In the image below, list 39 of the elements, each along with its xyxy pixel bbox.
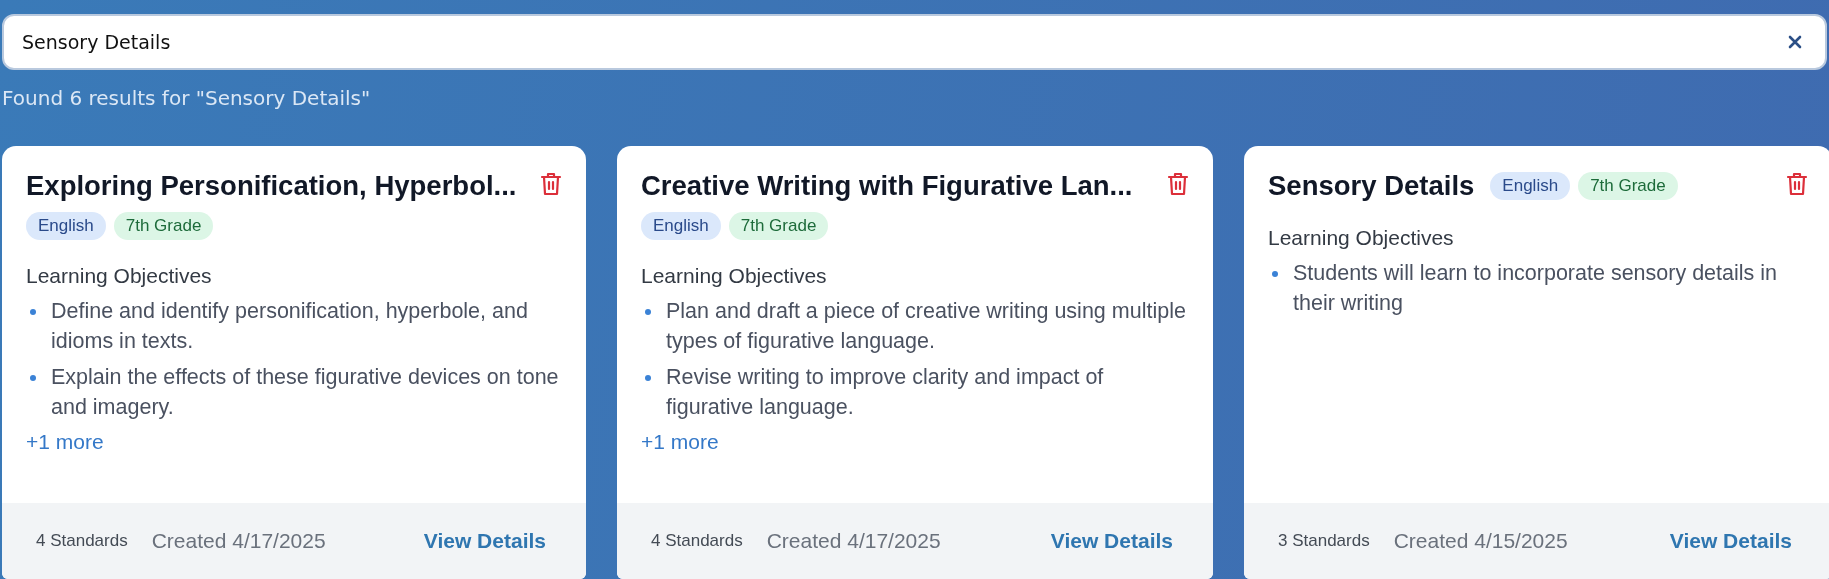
view-details-link[interactable]: View Details <box>1050 529 1173 553</box>
created-date: Created 4/17/2025 <box>151 529 327 553</box>
objective-text: Revise writing to improve clarity and impact of figurative language. <box>666 364 1105 421</box>
tag: 7th Grade <box>113 212 214 240</box>
bullet-icon <box>645 309 651 315</box>
view-details-link[interactable]: View Details <box>423 529 546 553</box>
objective-text: Explain the effects of these figurative devices on tone and imagery. <box>51 364 560 421</box>
results-summary: Found 6 results for "Sensory Details" <box>2 86 372 110</box>
objective-text: Define and identify personification, hyperbole, and idioms in texts. <box>51 298 529 355</box>
trash-icon[interactable] <box>1786 172 1808 196</box>
tag: English <box>1490 172 1571 200</box>
card-title: Sensory Details <box>1268 170 1475 202</box>
section-heading: Learning Objectives <box>1268 226 1455 250</box>
trash-icon[interactable] <box>540 172 562 196</box>
section-heading: Learning Objectives <box>26 264 213 288</box>
more-link[interactable]: +1 more <box>26 430 104 454</box>
more-link[interactable]: +1 more <box>641 430 719 454</box>
objective-text: Plan and draft a piece of creative writing using multiple types of figurative language. <box>666 298 1187 355</box>
view-details-link[interactable]: View Details <box>1669 529 1792 553</box>
standards-count: 3 Standards <box>1278 531 1370 551</box>
bullet-icon <box>645 375 651 381</box>
section-heading: Learning Objectives <box>641 264 828 288</box>
objective-text: Students will learn to incorporate sensory details in their writing <box>1293 260 1778 317</box>
created-date: Created 4/17/2025 <box>766 529 942 553</box>
bullet-icon <box>30 309 36 315</box>
bullet-icon <box>30 375 36 381</box>
close-icon <box>1787 34 1803 50</box>
tag: 7th Grade <box>1578 172 1678 200</box>
created-date: Created 4/15/2025 <box>1393 529 1569 553</box>
standards-count: 4 Standards <box>651 531 743 551</box>
tag: English <box>26 212 106 240</box>
card-title: Exploring Personification, Hyperbol... <box>26 170 517 202</box>
search-field[interactable]: Sensory Details <box>2 14 1827 70</box>
standards-count: 4 Standards <box>36 531 128 551</box>
tag: English <box>641 212 721 240</box>
bullet-icon <box>1272 271 1278 277</box>
card-title: Creative Writing with Figurative Lan... <box>641 170 1133 202</box>
trash-icon[interactable] <box>1167 172 1189 196</box>
tag: 7th Grade <box>728 212 829 240</box>
